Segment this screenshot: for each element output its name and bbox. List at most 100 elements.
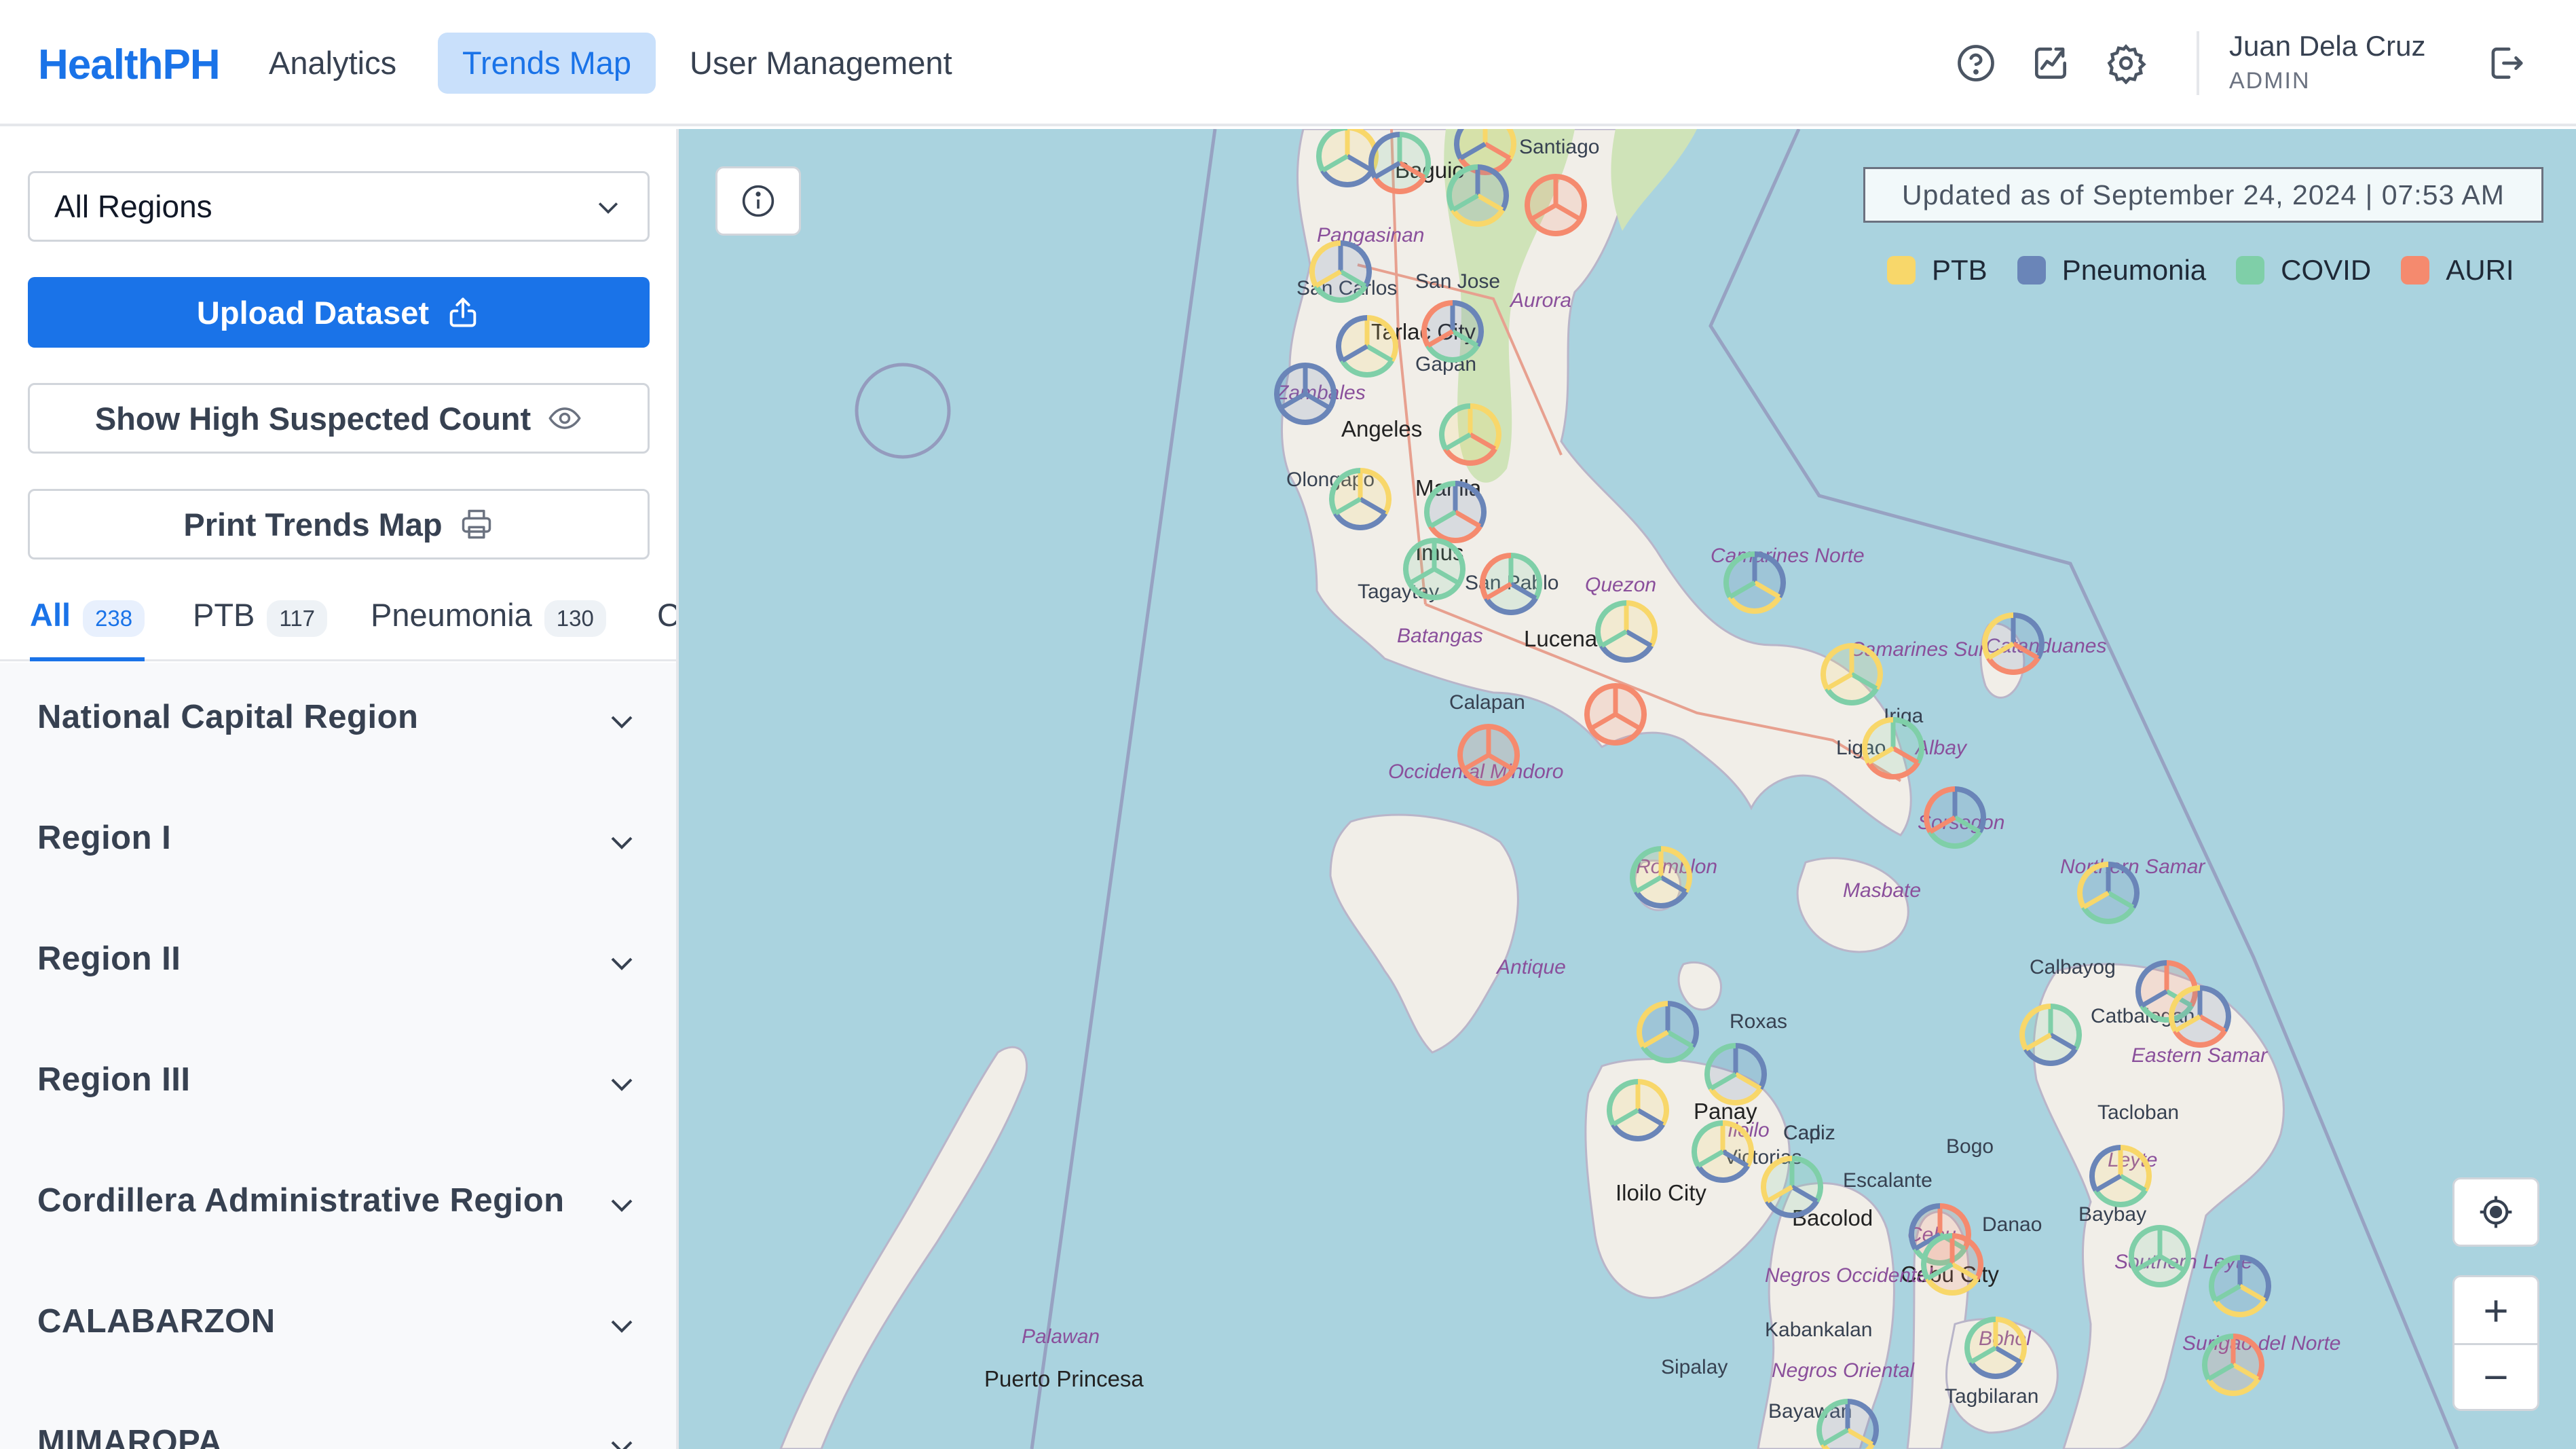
region-row-car[interactable]: Cordillera Administrative Region	[0, 1146, 676, 1267]
disease-pie-marker[interactable]	[1309, 240, 1372, 303]
tab-count-badge: 238	[83, 600, 145, 637]
disease-pie-marker[interactable]	[1525, 174, 1587, 236]
disease-pie-marker[interactable]	[1704, 1043, 1767, 1105]
disease-pie-marker[interactable]	[2202, 1334, 2264, 1396]
legend-item-pneumonia: Pneumonia	[2017, 250, 2206, 291]
disease-pie-marker[interactable]	[1982, 612, 2045, 675]
disease-pie-marker[interactable]	[1595, 600, 1658, 663]
disease-pie-marker[interactable]	[1816, 1399, 1879, 1449]
region-row-ncr[interactable]: National Capital Region	[0, 663, 676, 784]
tab-all[interactable]: All 238	[30, 596, 145, 661]
legend-swatch	[2017, 256, 2046, 285]
disease-pie-marker[interactable]	[1439, 403, 1501, 466]
upload-dataset-label: Upload Dataset	[196, 294, 430, 331]
tab-ptb[interactable]: PTB 117	[193, 596, 328, 661]
disease-pie-marker[interactable]	[1421, 300, 1484, 363]
place-label: Tacloban	[2097, 1101, 2180, 1124]
nav-trends-map[interactable]: Trends Map	[438, 33, 656, 94]
chevron-down-icon	[611, 1199, 633, 1212]
disease-pie-marker[interactable]	[2129, 1225, 2191, 1287]
show-high-suspected-button[interactable]: Show High Suspected Count	[28, 383, 650, 454]
disease-pie-marker[interactable]	[2077, 862, 2140, 924]
disease-pie-marker[interactable]	[1457, 724, 1520, 786]
crosshair-icon	[2480, 1196, 2512, 1228]
disease-pie-marker[interactable]	[2019, 1004, 2082, 1066]
place-label: Palawan	[1022, 1325, 1100, 1348]
tab-pneumonia[interactable]: Pneumonia 130	[371, 596, 606, 661]
locate-button[interactable]	[2452, 1177, 2539, 1247]
nav-analytics[interactable]: Analytics	[244, 33, 421, 94]
region-row-mimaropa[interactable]: MIMAROPA	[0, 1388, 676, 1449]
place-label: Aurora	[1510, 289, 1572, 312]
place-label: Lucena	[1524, 626, 1598, 651]
disease-pie-marker[interactable]	[1424, 481, 1487, 543]
disease-pie-marker[interactable]	[1329, 468, 1392, 530]
disease-pie-marker[interactable]	[1723, 551, 1786, 614]
disease-pie-marker[interactable]	[1584, 683, 1647, 746]
place-label: Tagbilaran	[1945, 1385, 2039, 1408]
disease-pie-marker[interactable]	[1921, 1233, 1983, 1296]
disease-pie-marker[interactable]	[1821, 643, 1883, 705]
gear-icon[interactable]	[2105, 42, 2147, 84]
disease-pie-marker[interactable]	[1403, 538, 1466, 600]
chevron-down-icon	[611, 1441, 633, 1449]
info-icon	[742, 185, 774, 217]
place-label: Calapan	[1449, 691, 1525, 714]
print-trends-map-label: Print Trends Map	[183, 506, 443, 543]
place-label: Masbate	[1843, 879, 1922, 902]
disease-pie-marker[interactable]	[1274, 363, 1337, 425]
region-title: MIMAROPA	[37, 1424, 223, 1449]
brand-logo[interactable]: HealthPH	[38, 41, 221, 89]
region-select[interactable]: All Regions	[28, 171, 650, 242]
tab-label: Pneumonia	[371, 597, 532, 633]
zoom-control: + −	[2452, 1275, 2539, 1411]
disease-pie-marker[interactable]	[1368, 132, 1431, 194]
place-label: Antique	[1497, 956, 1566, 978]
chevron-down-icon	[611, 1078, 633, 1091]
trends-map[interactable]: Santiago Baguio Pangasinan San Carlos Sa…	[679, 129, 2576, 1449]
region-row-region-ii[interactable]: Region II	[0, 904, 676, 1025]
disease-pie-marker[interactable]	[1637, 1001, 1699, 1063]
disease-pie-marker[interactable]	[1336, 315, 1398, 378]
place-label: Iloilo City	[1616, 1180, 1706, 1205]
region-row-calabarzon[interactable]: CALABARZON	[0, 1267, 676, 1388]
disease-pie-marker[interactable]	[1964, 1317, 2027, 1379]
user-role: ADMIN	[2229, 68, 2311, 94]
place-label: Calbayog	[2030, 956, 2116, 978]
print-trends-map-button[interactable]: Print Trends Map	[28, 489, 650, 560]
chart-share-icon[interactable]	[2030, 42, 2072, 84]
user-name: Juan Dela Cruz	[2229, 30, 2426, 62]
disease-pie-marker[interactable]	[1607, 1079, 1669, 1141]
region-row-region-i[interactable]: Region I	[0, 784, 676, 904]
zoom-out-button[interactable]: −	[2454, 1343, 2537, 1409]
eye-icon	[548, 407, 581, 429]
chevron-down-icon	[611, 1320, 633, 1333]
nav-user-management[interactable]: User Management	[665, 33, 977, 94]
place-label: Negros Occidental	[1765, 1264, 1933, 1287]
disease-pie-marker[interactable]	[1480, 553, 1542, 615]
disease-pie-marker[interactable]	[1630, 846, 1692, 909]
disease-pie-marker[interactable]	[2089, 1145, 2152, 1207]
disease-pie-marker[interactable]	[1446, 164, 1509, 227]
chevron-down-icon	[611, 837, 633, 849]
logout-icon[interactable]	[2484, 42, 2526, 84]
region-row-region-iii[interactable]: Region III	[0, 1025, 676, 1146]
zoom-in-button[interactable]: +	[2454, 1277, 2537, 1343]
tab-count-badge: 117	[267, 600, 328, 637]
tab-label: PTB	[193, 597, 255, 633]
disease-pie-marker[interactable]	[1692, 1120, 1754, 1183]
upload-dataset-button[interactable]: Upload Dataset	[28, 277, 650, 348]
help-circle-icon[interactable]	[1955, 42, 1997, 84]
chevron-down-icon	[611, 716, 633, 729]
place-label: Eastern Samar	[2131, 1044, 2268, 1067]
map-info-button[interactable]	[715, 166, 801, 236]
updated-timestamp: Updated as of September 24, 2024 | 07:53…	[1863, 167, 2543, 223]
disease-pie-marker[interactable]	[2209, 1255, 2271, 1317]
disease-pie-marker[interactable]	[2169, 985, 2231, 1048]
show-high-suspected-label: Show High Suspected Count	[94, 400, 531, 437]
disease-pie-marker[interactable]	[1761, 1156, 1823, 1218]
region-title: Region I	[37, 820, 172, 856]
tab-covid-truncated[interactable]: C	[657, 596, 676, 661]
disease-pie-marker[interactable]	[1862, 717, 1924, 779]
disease-pie-marker[interactable]	[1924, 786, 1986, 849]
